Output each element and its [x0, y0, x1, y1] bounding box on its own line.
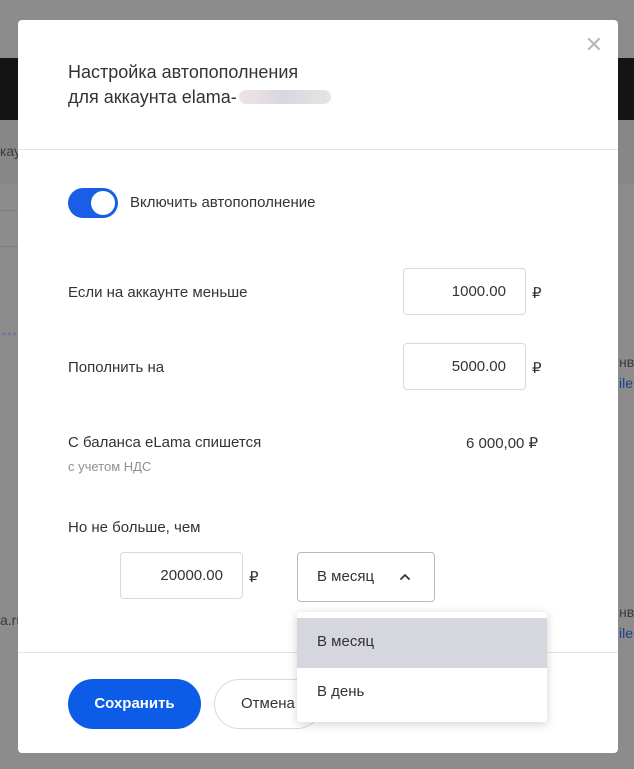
autotopup-toggle-label: Включить автопополнение: [130, 194, 316, 211]
dropdown-option-month[interactable]: В месяц: [297, 618, 547, 668]
limit-period-select[interactable]: В месяц: [297, 552, 435, 602]
topup-amount-currency: ₽: [532, 360, 542, 377]
background-divider: [0, 210, 18, 211]
save-button[interactable]: Сохранить: [68, 679, 201, 729]
dropdown-option-day[interactable]: В день: [297, 668, 547, 718]
background-divider: [0, 246, 18, 247]
background-link: ile: [619, 625, 634, 641]
background-text-fragment: нв: [619, 604, 634, 620]
vat-note: с учетом НДС: [68, 459, 152, 474]
limit-label: Но не больше, чем: [68, 519, 201, 536]
modal-title-line-1: Настройка автопополнения: [68, 62, 299, 82]
background-link: ile: [619, 375, 634, 391]
redacted-account-id: [238, 90, 331, 104]
topup-amount-input[interactable]: 5000.00: [403, 343, 526, 390]
background-dots: •••: [2, 327, 18, 341]
limit-currency: ₽: [249, 569, 259, 586]
autotopup-toggle[interactable]: [68, 188, 118, 218]
charge-label: С баланса eLama спишется: [68, 434, 262, 451]
modal-title: Настройка автопополнения для аккаунта el…: [68, 60, 331, 110]
charge-amount: 6 000,00 ₽: [466, 435, 539, 452]
threshold-currency: ₽: [532, 285, 542, 302]
limit-amount-input[interactable]: 20000.00: [120, 552, 243, 599]
modal-title-account-prefix: для аккаунта elama-: [68, 87, 237, 107]
header-divider: [18, 149, 618, 150]
background-text-fragment: нв: [619, 354, 634, 370]
toggle-knob: [91, 191, 115, 215]
topup-amount-label: Пополнить на: [68, 359, 165, 376]
chevron-up-icon: [400, 574, 410, 580]
threshold-input[interactable]: 1000.00: [403, 268, 526, 315]
limit-period-value: В месяц: [317, 568, 375, 585]
threshold-label: Если на аккаунте меньше: [68, 284, 248, 301]
modal-title-line-2: для аккаунта elama-: [68, 85, 331, 110]
limit-period-dropdown: В месяц В день: [297, 612, 547, 722]
close-icon[interactable]: ✕: [584, 35, 604, 57]
